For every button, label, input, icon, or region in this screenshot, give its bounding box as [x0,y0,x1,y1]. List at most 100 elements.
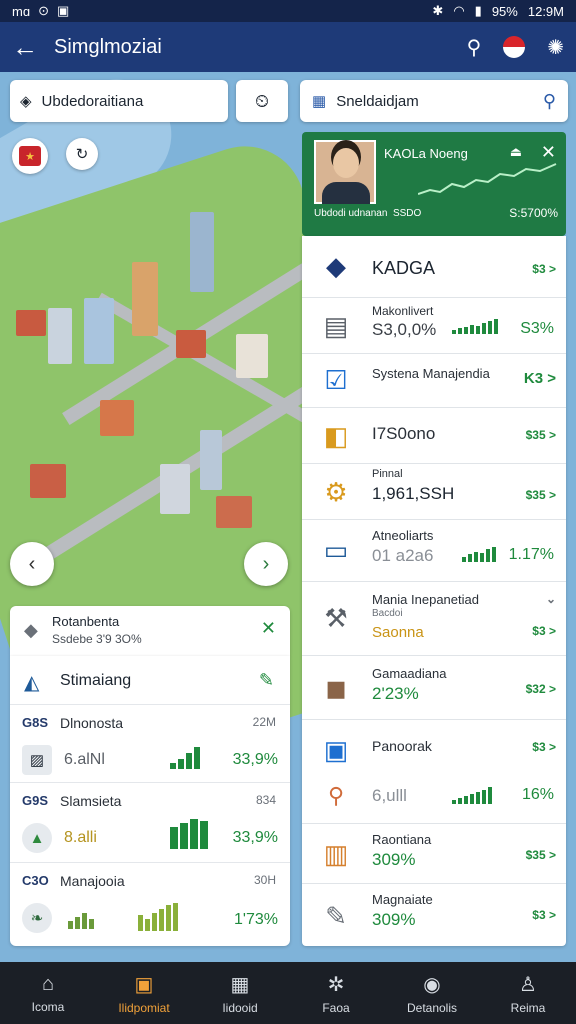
item-pct: 16% [521,786,554,803]
profile-subtitle: Ubdodi udnanan SSDO [314,208,422,219]
map-building [30,464,66,498]
item-value: 1,961,SSH [372,484,455,503]
item-value: 8.alli [64,829,97,846]
list-item[interactable]: ☑ Systena Manajendia K3 > [302,354,566,408]
nav-details[interactable]: ◉ Detanolis [384,962,480,1024]
map-prev-button[interactable]: ‹ [10,542,54,586]
edit-icon[interactable]: ✎ [259,670,274,691]
home-icon: ⌂ [41,972,55,995]
item-title: KADGA [372,258,436,278]
profile-card[interactable]: KAOLa Noeng ⏏ ✕ Ubdodi udnanan SSDO S:57… [302,132,566,236]
item-bars [170,745,200,769]
building-icon: ▥ [323,838,349,869]
item-bars [452,318,498,334]
locate-button[interactable]: ↻ [66,138,98,170]
list-item[interactable]: ▭ Atneoliarts 01 a2a6 1.17% [302,520,566,582]
item-change[interactable]: $35 > [526,428,556,442]
location-search-input[interactable]: ◈ Ubdedoraitiana [10,80,228,122]
user-search-icon[interactable]: ⚲ [467,35,482,60]
briefcase-icon: ▣ [134,973,154,996]
district-summary[interactable]: ◆ Rotanbenta Ssdebe 3'9 3O% ✕ [10,606,290,656]
list-item[interactable]: ⚙ Pinnal 1,961,SSH $35 > [302,464,566,520]
badge-icon: ★ [19,146,41,166]
timer-icon: ⏲ [254,90,270,111]
signal-icon: ▮ [474,3,482,18]
map-building [190,212,214,292]
settings-icon[interactable]: ✺ [547,35,564,60]
list-item[interactable]: G9S Slamsieta 834 ▲ 8.alli 33,9% [10,782,290,862]
list-item[interactable]: G8S Dlnonosta 22M ▨ 6.alNl 33,9% [10,704,290,782]
item-tag: G9S [22,793,49,808]
nav-profile[interactable]: ♙ Reima [480,962,576,1024]
document-icon: ▤ [323,310,349,341]
search-icon[interactable]: ⚲ [543,91,556,112]
item-bars [138,903,178,931]
wifi-icon: ◠ [453,3,465,18]
page-title: Simglmoziai [54,35,162,58]
lock-icon[interactable]: ⏏ [510,144,522,160]
item-bars [170,819,208,849]
item-title: Raontiana [372,832,432,847]
chevron-right-icon: › [262,552,270,575]
item-change[interactable]: $35 > [526,848,556,862]
item-change[interactable]: K3 > [524,370,556,387]
nav-briefcase[interactable]: ▣ Ilidpomiat [96,962,192,1024]
flag-icon[interactable] [503,36,526,58]
item-change[interactable]: $3 > [532,908,556,922]
item-title: Magnaiate [372,892,433,907]
list-item[interactable]: ▥ Raontiana 309% $35 > [302,824,566,884]
list-item[interactable]: C3O Manajooia 30H ❧ 1'73% [10,862,290,946]
list-item[interactable]: ✎ Magnaiate 309% $3 > [302,884,566,946]
map-building [48,308,72,364]
item-change[interactable]: $35 > [526,488,556,502]
list-item[interactable]: ◆ KADGA $3 > [302,236,566,298]
item-side: 834 [255,793,276,807]
grid-icon: ▦ [230,973,250,996]
app-icon: ▣ [56,3,70,18]
map-next-button[interactable]: › [244,542,288,586]
globe-icon: ✲ [327,973,345,996]
item-pct: S3% [520,320,554,337]
logo-icon: ◭ [24,672,40,694]
list-item[interactable]: ▣ Panoorak $3 > ⚲ 6,ulll 16% [302,720,566,824]
chevron-down-icon[interactable]: ⌄ [546,592,556,606]
item-title: Makonlivert [372,304,434,318]
nav-grid[interactable]: ▦ Iidooid [192,962,288,1024]
battery-level: 95% [491,3,518,19]
item-side: 30H [253,873,276,887]
chevron-left-icon: ‹ [28,552,36,575]
item-change[interactable]: $3 > [532,262,556,276]
building-icon: ▦ [312,93,327,110]
item-pct: 33,9% [232,751,278,768]
nav-home[interactable]: ⌂ Icoma [0,962,96,1024]
nav-globe[interactable]: ✲ Faoa [288,962,384,1024]
person-icon: ♙ [519,973,537,996]
item-value: 6.alNl [64,751,105,768]
item-value: 309% [372,910,416,929]
item-tag: G8S [22,715,49,730]
badge-button[interactable]: ★ [12,138,48,174]
close-icon[interactable]: ✕ [261,618,276,639]
list-item[interactable]: ◧ I7S0ono $35 > [302,408,566,464]
back-arrow-icon[interactable]: ← [12,34,44,60]
map-building [84,298,114,364]
item-change[interactable]: $32 > [526,682,556,696]
app-bar: ← Simglmoziai ⚲ ✺ [0,22,576,72]
panel-title: Stimaiang [60,672,132,689]
item-value: S3,0,0% [372,320,437,339]
pin-icon: ◈ [20,93,32,110]
district-search-input[interactable]: ▦ Sneldaidjam ⚲ [300,80,568,122]
avatar [314,140,376,204]
list-item[interactable]: ⚒ Mania Inepanetiad Bacdoi Saonna ⌄ $3 > [302,582,566,656]
timer-button[interactable]: ⏲ [236,80,288,122]
item-title: Atneoliarts [372,528,434,543]
item-change[interactable]: $3 > [532,740,556,754]
item-title: Panoorak [372,738,432,754]
item-bars [462,546,496,562]
item-tag: C3O [22,873,49,888]
list-item[interactable]: ▤ Makonlivert S3,0,0% S3% [302,298,566,354]
list-item[interactable]: ◼ Gamaadiana 2'23% $32 > [302,656,566,720]
item-change[interactable]: $3 > [532,624,556,638]
tools-icon: ✎ [325,900,347,931]
compass-logo-icon: ◆ [326,250,346,281]
